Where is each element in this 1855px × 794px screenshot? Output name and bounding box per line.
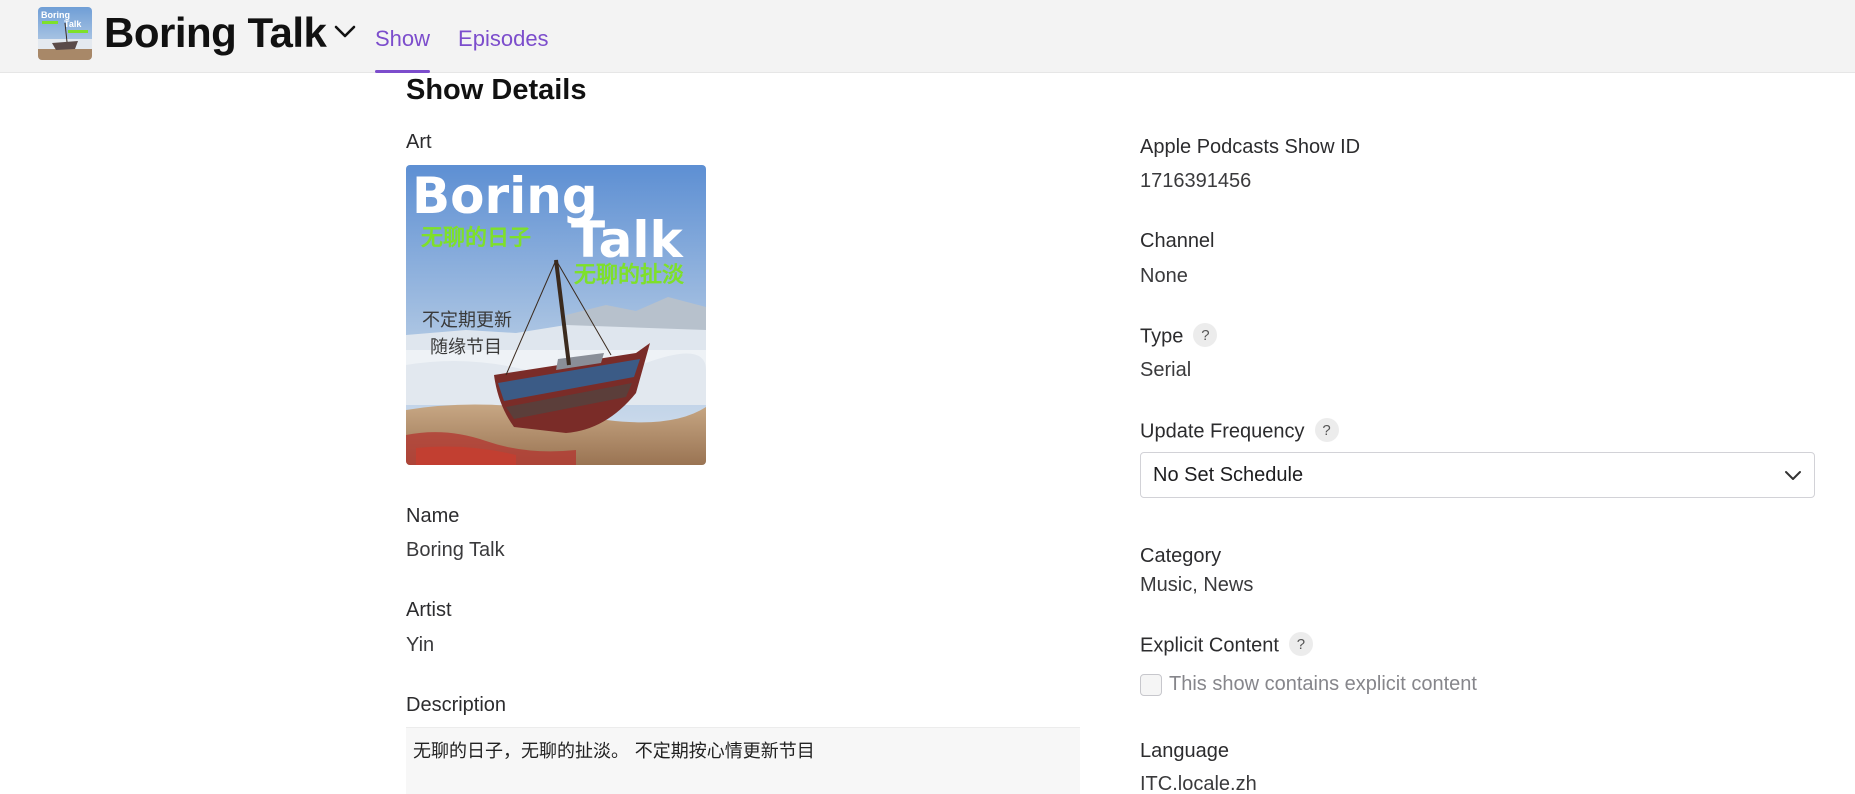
- art-subtitle-2: 无聊的扯淡: [574, 262, 685, 288]
- update-frequency-select[interactable]: No Set Schedule: [1140, 452, 1815, 498]
- top-bar: Boring Talk Boring Talk Show Episodes: [0, 0, 1855, 73]
- artist-label: Artist: [406, 599, 452, 621]
- show-switcher[interactable]: Boring Talk: [104, 8, 356, 58]
- channel-value: None: [1140, 265, 1188, 287]
- explicit-help-icon[interactable]: ?: [1288, 632, 1313, 656]
- art-title-word-2: Talk: [571, 211, 685, 269]
- art-note-2: 随缘节目: [430, 337, 502, 358]
- update-frequency-value: No Set Schedule: [1153, 463, 1304, 486]
- show-title: Boring Talk: [104, 9, 327, 56]
- type-help-icon[interactable]: ?: [1193, 323, 1218, 347]
- apple-id-label: Apple Podcasts Show ID: [1140, 136, 1361, 158]
- update-frequency-label-row: Update Frequency?: [1140, 418, 1339, 444]
- thumbnail-title-2: Talk: [64, 19, 82, 29]
- type-label: Type: [1140, 325, 1184, 348]
- art-subtitle-1: 无聊的日子: [421, 225, 531, 251]
- category-label: Category: [1140, 545, 1222, 567]
- explicit-checkbox-label[interactable]: This show contains explicit content: [1169, 673, 1477, 696]
- description-field[interactable]: 无聊的日子，无聊的扯淡。 不定期按心情更新节目: [406, 727, 1080, 794]
- apple-id-value: 1716391456: [1140, 170, 1252, 192]
- update-frequency-label: Update Frequency: [1140, 420, 1305, 443]
- description-label: Description: [406, 694, 507, 716]
- category-value: Music, News: [1140, 574, 1254, 596]
- channel-label: Channel: [1140, 230, 1215, 252]
- artist-value: Yin: [406, 634, 435, 656]
- name-value: Boring Talk: [406, 539, 505, 561]
- name-label: Name: [406, 505, 460, 527]
- chevron-down-icon: [1784, 464, 1802, 487]
- show-thumbnail[interactable]: Boring Talk: [38, 7, 92, 60]
- update-frequency-help-icon[interactable]: ?: [1314, 418, 1339, 442]
- explicit-label-row: Explicit Content?: [1140, 632, 1313, 658]
- tab-episodes[interactable]: Episodes: [458, 0, 549, 73]
- art-note-1: 不定期更新: [422, 310, 512, 331]
- explicit-row: This show contains explicit content: [1140, 673, 1477, 696]
- description-text: 无聊的日子，无聊的扯淡。 不定期按心情更新节目: [413, 741, 815, 762]
- type-label-row: Type?: [1140, 323, 1218, 349]
- explicit-checkbox[interactable]: [1140, 673, 1162, 696]
- art-label: Art: [406, 131, 432, 153]
- language-value: ITC.locale.zh: [1140, 773, 1257, 794]
- tab-show[interactable]: Show: [375, 0, 431, 73]
- show-artwork[interactable]: Boring Talk 无聊的日子 无聊的扯淡 不定期更新 随缘节目: [406, 165, 706, 465]
- main-tabs: Show Episodes: [375, 0, 577, 73]
- art-title-word-1: Boring: [412, 167, 598, 225]
- explicit-label: Explicit Content: [1140, 634, 1279, 657]
- type-value: Serial: [1140, 359, 1192, 381]
- language-label: Language: [1140, 740, 1229, 762]
- chevron-down-icon: [334, 25, 356, 44]
- section-title: Show Details: [406, 74, 587, 106]
